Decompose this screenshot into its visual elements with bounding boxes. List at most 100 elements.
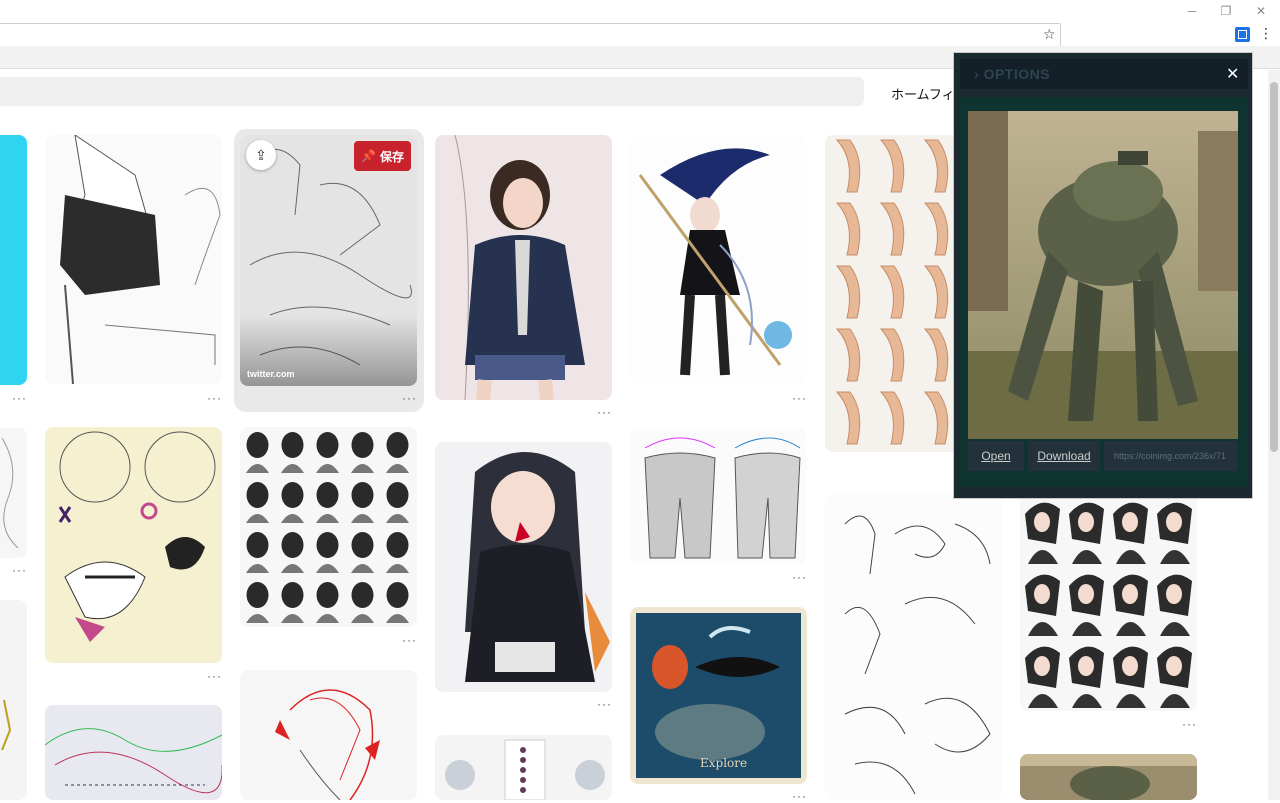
chevron-right-icon: › (974, 66, 980, 82)
pin-menu-icon[interactable]: ··· (207, 670, 222, 682)
pin-ocean-illustration[interactable]: Explore (630, 607, 807, 784)
thumbnail-cell (1025, 502, 1060, 564)
popup-title-text: OPTIONS (983, 66, 1051, 82)
scrollbar-thumb[interactable] (1270, 82, 1278, 452)
home-feed-link[interactable]: ホームフィ (891, 84, 955, 103)
popup-title[interactable]: › OPTIONS (974, 66, 1050, 82)
pin-student-photo[interactable] (435, 135, 612, 400)
pin-menu-icon[interactable]: ··· (207, 392, 222, 404)
thumbnail-cell (351, 532, 374, 573)
thumbnail-cell (316, 432, 339, 473)
pin-menu-icon[interactable]: ··· (792, 571, 807, 583)
thumbnail-cell (835, 202, 861, 256)
close-icon[interactable]: ✕ (1226, 64, 1239, 84)
address-bar[interactable] (0, 23, 1061, 47)
pin-hairstyles[interactable] (240, 427, 417, 627)
pin-menu-icon[interactable]: ··· (792, 790, 807, 802)
download-button[interactable]: Download (1028, 441, 1100, 471)
thumbnail-cell (923, 265, 949, 319)
pin-menu-icon[interactable]: ··· (402, 392, 417, 404)
explore-text: Explore (700, 756, 747, 770)
pin-red-sketch[interactable] (240, 670, 417, 800)
thumbnail-cell (386, 432, 409, 473)
thumbnail-cell (351, 582, 374, 623)
pin-hands-sketch[interactable] (825, 494, 1002, 800)
thumbnail-cell (246, 432, 269, 473)
thumbnail-cell (923, 139, 949, 193)
thumbnail-cell (879, 328, 905, 382)
browser-menu-icon[interactable]: ⋮ (1259, 26, 1273, 40)
pin-cyan[interactable] (0, 135, 27, 385)
thumbnail-cell (246, 582, 269, 623)
pin-menu-icon[interactable]: ··· (597, 698, 612, 710)
close-window-button[interactable]: ✕ (1249, 3, 1273, 19)
restore-button[interactable]: ❐ (1214, 3, 1238, 19)
thumbnail-cell (879, 139, 905, 193)
thumbnail-cell (351, 432, 374, 473)
pin-source-link[interactable]: twitter.com (247, 369, 295, 379)
thumbnail-cell (1113, 646, 1148, 708)
thumbnail-cell (879, 265, 905, 319)
pin-chart-tips[interactable] (435, 735, 612, 800)
thumbnail-cell (1157, 574, 1192, 636)
thumbnail-cell (879, 391, 905, 445)
pin-menu-icon[interactable]: ··· (12, 392, 27, 404)
thumbnail-cell (1069, 502, 1104, 564)
search-input[interactable] (0, 77, 864, 106)
pin-hair-wind[interactable] (1020, 494, 1197, 711)
browser-titlebar: ─ ❐ ✕ (0, 0, 1280, 22)
thumbnail-cell (281, 532, 304, 573)
open-button[interactable]: Open (968, 441, 1024, 471)
thumbnail-cell (923, 328, 949, 382)
thumbnail-cell (923, 391, 949, 445)
thumbnail-cell (281, 482, 304, 523)
thumbnail-cell (835, 328, 861, 382)
thumbnail-cell (1069, 646, 1104, 708)
pin-menu-icon[interactable]: ··· (1182, 718, 1197, 730)
pin-poses-sketch[interactable] (240, 135, 417, 386)
pin-skirt-sketch[interactable] (45, 135, 222, 384)
thumbnail-cell (386, 582, 409, 623)
thumbnail-cell (316, 582, 339, 623)
thumbnail-cell (835, 265, 861, 319)
pin-pants-sketch[interactable] (630, 428, 807, 564)
share-icon[interactable]: ⇪ (246, 140, 276, 170)
thumbnail-cell (281, 582, 304, 623)
image-url-field[interactable]: https://coinimg.com/236x/71 (1104, 441, 1238, 471)
pin-partial[interactable] (0, 600, 27, 800)
thumbnail-cell (1025, 574, 1060, 636)
minimize-button[interactable]: ─ (1180, 3, 1204, 19)
pin-dragon-sketch[interactable] (45, 705, 222, 800)
thumbnail-cell (281, 432, 304, 473)
pin-menu-icon[interactable]: ··· (792, 392, 807, 404)
thumbnail-cell (246, 532, 269, 573)
thumbnail-cell (1113, 574, 1148, 636)
thumbnail-cell (1157, 646, 1192, 708)
pin-sketch-partial[interactable] (0, 428, 27, 558)
page-scrollbar[interactable] (1268, 70, 1280, 800)
thumbnail-cell (386, 532, 409, 573)
extension-icon[interactable] (1235, 27, 1250, 42)
bookmark-star-icon[interactable]: ☆ (1043, 27, 1056, 41)
pin-menu-icon[interactable]: ··· (597, 406, 612, 418)
thumbnail-cell (1157, 502, 1192, 564)
pin-anime-girl[interactable] (435, 442, 612, 692)
thumbnail-cell (1069, 574, 1104, 636)
options-popup: › OPTIONS ✕ Open Download https://coinim… (953, 52, 1253, 499)
thumbnail-cell (316, 482, 339, 523)
pin-menu-icon[interactable]: ··· (402, 634, 417, 646)
thumbnail-cell (351, 482, 374, 523)
pin-mech-thumbnail[interactable] (1020, 754, 1197, 800)
thumbnail-cell (1113, 502, 1148, 564)
save-button[interactable]: 📌 保存 (354, 141, 411, 171)
thumbnail-cell (386, 482, 409, 523)
thumbnail-cell (835, 391, 861, 445)
thumbnail-cell (923, 202, 949, 256)
thumbnail-cell (316, 532, 339, 573)
thumbnail-cell (1025, 646, 1060, 708)
pin-mouth-study[interactable] (45, 427, 222, 663)
thumbnail-cell (835, 139, 861, 193)
popup-header: › OPTIONS ✕ (960, 59, 1248, 89)
pin-menu-icon[interactable]: ··· (12, 564, 27, 576)
pin-witch-character[interactable] (630, 135, 807, 385)
